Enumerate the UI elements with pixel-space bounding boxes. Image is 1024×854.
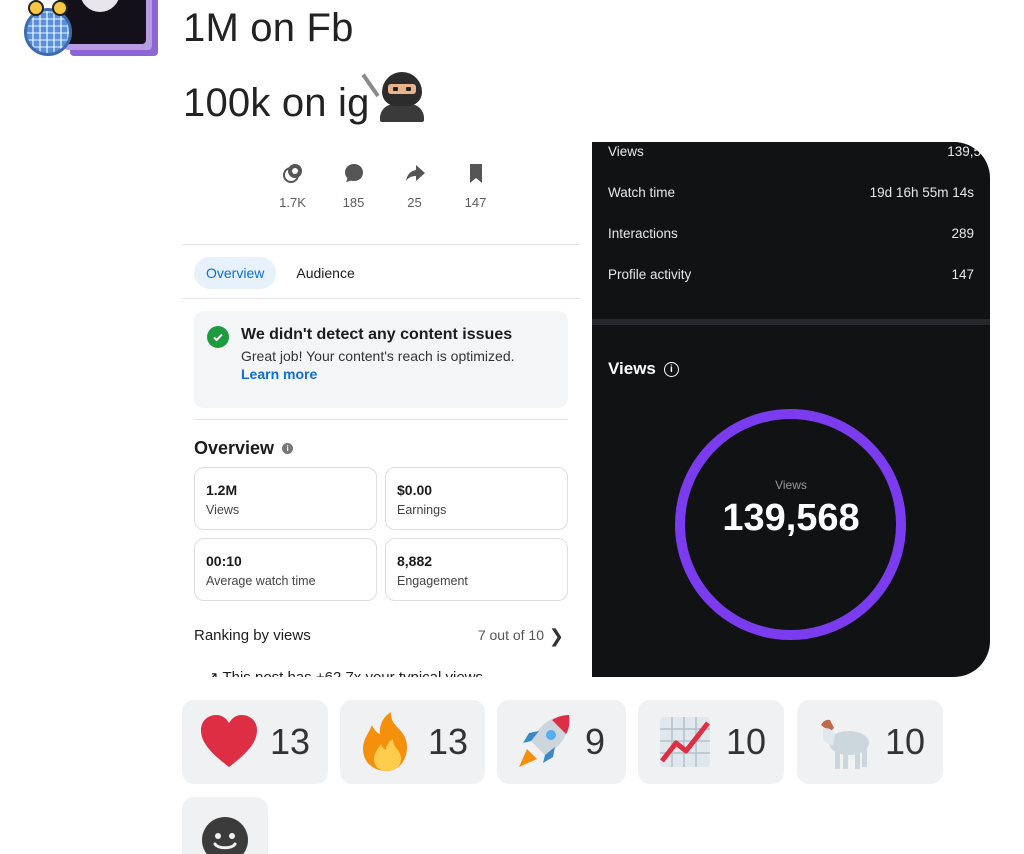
metric-label: Earnings xyxy=(397,503,447,517)
chart-increasing-icon xyxy=(654,711,716,773)
stat-shares: 25 xyxy=(384,162,445,210)
stat-value: 25 xyxy=(407,195,422,210)
divider xyxy=(194,419,568,420)
insight-row-views: Views 139,568 xyxy=(608,144,990,159)
metric-card-engagement[interactable]: 8,882 Engagement xyxy=(385,538,568,601)
metric-card-earnings[interactable]: $0.00 Earnings xyxy=(385,467,568,530)
row-value: 139,568 xyxy=(947,144,990,159)
reaction-count: 10 xyxy=(885,721,926,762)
reaction-heart[interactable]: 13 xyxy=(182,700,328,784)
stat-reactions: 1.7K xyxy=(262,162,323,210)
sunglasses-icon xyxy=(52,0,68,16)
comment-icon xyxy=(344,164,363,182)
metric-label: Engagement xyxy=(397,574,468,588)
metric-card-average-watch-time[interactable]: 00:10 Average watch time xyxy=(194,538,377,601)
typical-views-text: This post has +62.7x your typical views xyxy=(222,669,483,677)
metric-value: 00:10 xyxy=(206,553,242,569)
disco-globe-icon xyxy=(24,8,72,56)
reaction-count: 10 xyxy=(726,721,767,762)
author-avatar[interactable]: ✦ ✦ xyxy=(24,0,150,56)
views-section-heading: Views i xyxy=(608,359,679,379)
learn-more-link[interactable]: Learn more xyxy=(241,366,317,382)
stat-comments: 185 xyxy=(323,162,384,210)
add-reaction-button[interactable] xyxy=(182,797,268,854)
post-stats-row: 1.7K 185 25 147 xyxy=(262,162,506,210)
stat-value: 147 xyxy=(464,195,487,210)
metric-label: Average watch time xyxy=(206,574,316,588)
typical-views-line: ↗ This post has +62.7x your typical view… xyxy=(206,668,483,677)
reaction-count: 13 xyxy=(428,721,469,762)
stat-value: 185 xyxy=(342,195,365,210)
heart-icon xyxy=(198,711,260,773)
metric-card-views[interactable]: 1.2M Views xyxy=(194,467,377,530)
notice-subtitle: Great job! Your content's reach is optim… xyxy=(241,348,515,364)
facebook-insights-screenshot[interactable]: 1.7K 185 25 147 Overview Audience We did… xyxy=(182,142,580,677)
metric-value: 1.2M xyxy=(206,482,238,498)
tab-overview[interactable]: Overview xyxy=(194,257,277,289)
bookmark-icon xyxy=(469,164,482,183)
reaction-chart-increasing[interactable]: 10 xyxy=(638,700,784,784)
info-icon[interactable]: i xyxy=(663,361,679,377)
row-label: Views xyxy=(608,144,644,159)
ranking-value[interactable]: 7 out of 10 xyxy=(478,627,544,643)
tab-audience[interactable]: Audience xyxy=(284,257,366,289)
divider xyxy=(182,244,580,245)
sunglasses-icon xyxy=(28,0,44,16)
chevron-right-icon[interactable]: ❯ xyxy=(549,626,564,647)
divider xyxy=(592,319,990,325)
reaction-count: 9 xyxy=(585,721,606,762)
overview-heading-text: Overview xyxy=(194,438,275,458)
reactions-icon xyxy=(282,164,302,183)
metric-label: Views xyxy=(206,503,240,517)
smiley-face-icon xyxy=(202,817,248,854)
ring-label: Views xyxy=(775,478,807,492)
reaction-count: 13 xyxy=(270,721,311,762)
post-line-2-text: 100k on ig xyxy=(183,81,370,125)
notice-title: We didn't detect any content issues xyxy=(241,326,513,343)
reaction-rocket[interactable]: 9 xyxy=(497,700,626,784)
reaction-goat[interactable]: 10 xyxy=(797,700,943,784)
insights-tabs: Overview Audience xyxy=(194,257,367,289)
insight-row-profile-activity: Profile activity 147 xyxy=(608,267,974,282)
row-value: 289 xyxy=(951,226,974,241)
share-icon xyxy=(405,165,425,181)
stat-saves: 147 xyxy=(445,162,506,210)
divider xyxy=(182,298,580,299)
fire-icon xyxy=(356,711,418,773)
row-label: Interactions xyxy=(608,226,678,241)
insight-row-interactions: Interactions 289 xyxy=(608,226,974,241)
instagram-insights-screenshot[interactable]: Views 139,568 Watch time 19d 16h 55m 14s… xyxy=(592,142,990,677)
row-value: 19d 16h 55m 14s xyxy=(869,185,974,200)
ninja-emoji-icon xyxy=(361,70,426,122)
post-line-2: 100k on ig xyxy=(183,70,426,123)
row-label: Profile activity xyxy=(608,267,692,282)
metric-value: 8,882 xyxy=(397,553,433,569)
check-circle-icon xyxy=(207,326,229,348)
rocket-icon xyxy=(513,711,575,773)
info-icon[interactable]: i xyxy=(282,443,294,454)
content-issues-notice: We didn't detect any content issues Grea… xyxy=(194,311,568,408)
overview-heading: Overview i xyxy=(194,438,294,459)
insight-row-watch-time: Watch time 19d 16h 55m 14s xyxy=(608,185,974,200)
goat-icon xyxy=(813,711,875,773)
reaction-fire[interactable]: 13 xyxy=(340,700,485,784)
ring-value: 139,568 xyxy=(722,497,860,539)
row-value: 147 xyxy=(951,267,974,282)
ranking-label: Ranking by views xyxy=(194,627,311,644)
post-line-1: 1M on Fb xyxy=(183,6,354,50)
row-label: Watch time xyxy=(608,185,676,200)
trend-arrow-icon: ↗ xyxy=(206,669,222,677)
views-heading-text: Views xyxy=(608,359,656,378)
metric-value: $0.00 xyxy=(397,482,433,498)
stat-value: 1.7K xyxy=(279,195,306,210)
